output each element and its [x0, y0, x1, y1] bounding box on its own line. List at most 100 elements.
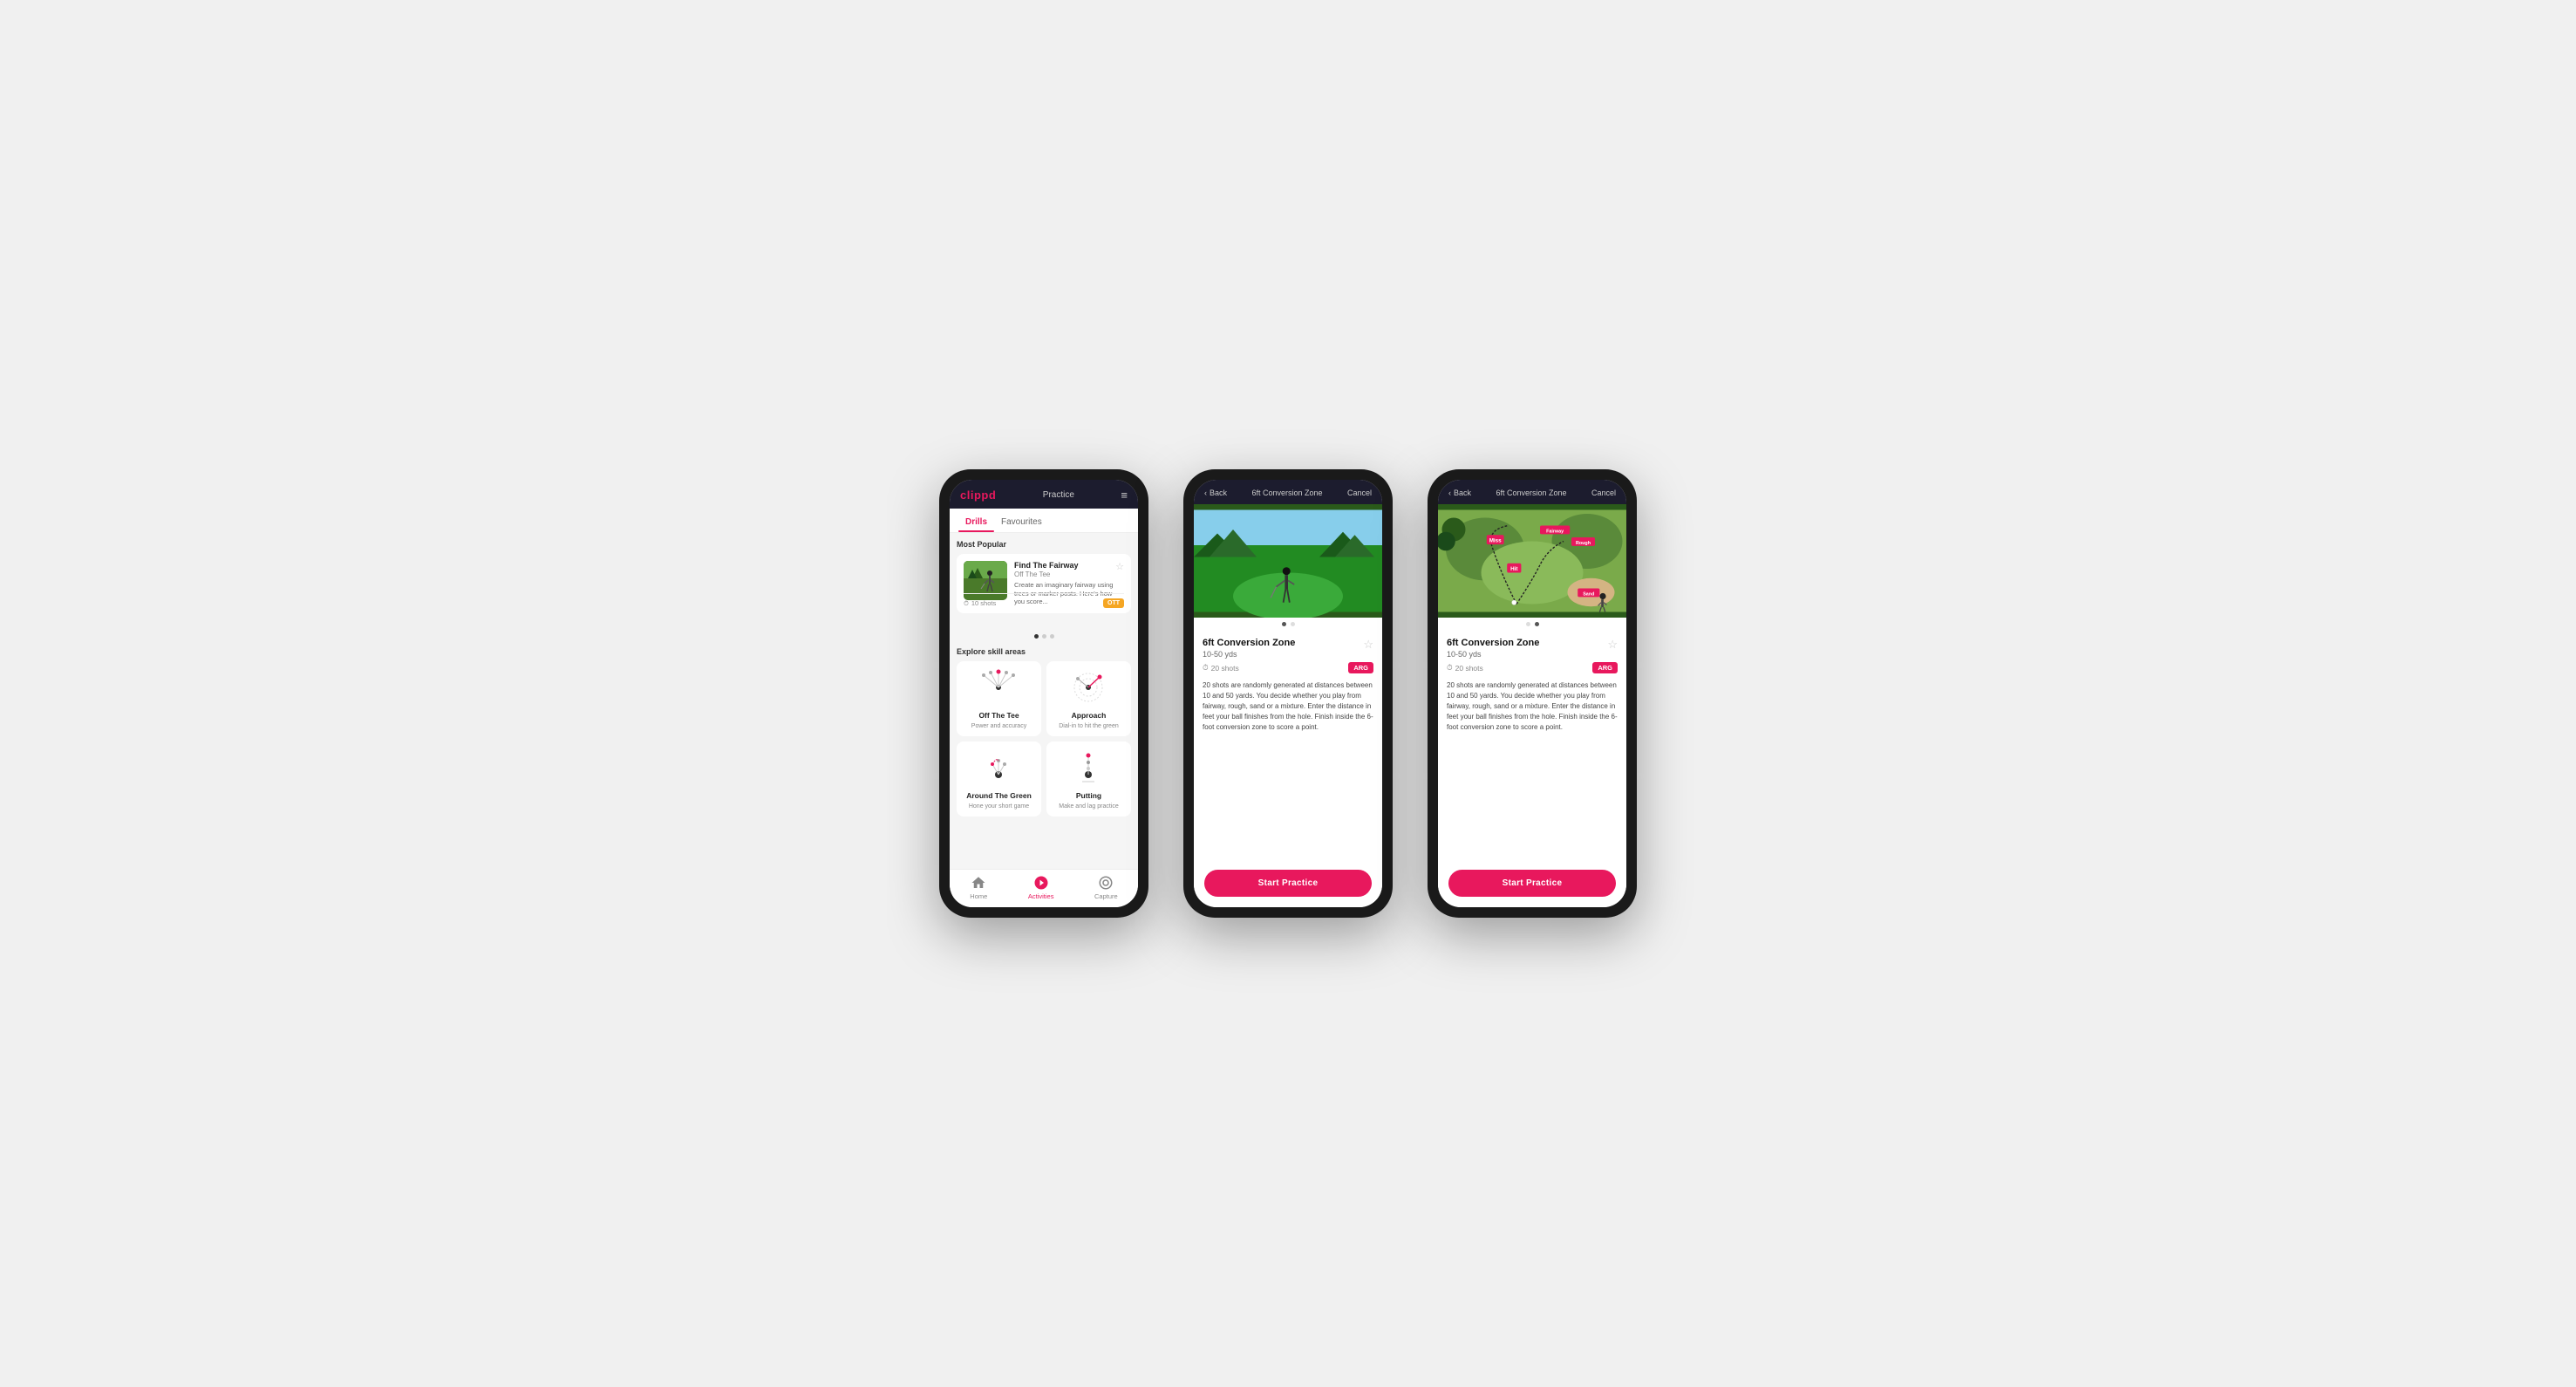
drill-tag-3: ARG — [1592, 662, 1618, 673]
nav-activities-label: Activities — [1028, 892, 1054, 900]
phone-2-body: 6ft Conversion Zone 10-50 yds ☆ ⏱ 20 sho… — [1194, 629, 1382, 863]
featured-drill-card[interactable]: Find The Fairway Off The Tee Create an i… — [957, 554, 1131, 613]
menu-icon[interactable]: ≡ — [1121, 489, 1128, 502]
skill-ott-name: Off The Tee — [978, 711, 1019, 720]
shots-count: ⏱ 20 shots — [1203, 663, 1239, 673]
start-practice-button[interactable]: Start Practice — [1204, 870, 1372, 897]
phone-2-screen: ‹ Back 6ft Conversion Zone Cancel — [1194, 480, 1382, 907]
approach-icon-area — [1065, 668, 1113, 707]
skill-atg-desc: Hone your short game — [969, 803, 1029, 810]
drill-photo — [1194, 504, 1382, 618]
drill-description-2: 20 shots are randomly generated at dista… — [1203, 680, 1373, 733]
svg-text:Rough: Rough — [1576, 541, 1591, 546]
putting-icon-area — [1065, 748, 1113, 788]
start-practice-button-3[interactable]: Start Practice — [1448, 870, 1616, 897]
phone-3-header: ‹ Back 6ft Conversion Zone Cancel — [1438, 480, 1626, 504]
phone-3-body: 6ft Conversion Zone 10-50 yds ☆ ⏱ 20 sho… — [1438, 629, 1626, 863]
phone-2: ‹ Back 6ft Conversion Zone Cancel — [1183, 469, 1393, 918]
skill-approach-desc: Dial-in to hit the green — [1059, 723, 1118, 729]
home-icon — [971, 875, 986, 891]
ott-icon — [975, 668, 1023, 707]
drill-tag: OTT — [1103, 598, 1124, 608]
phone-1: clippd Practice ≡ Drills Favourites Most… — [939, 469, 1148, 918]
phone-1-header: clippd Practice ≡ — [950, 480, 1138, 509]
nav-activities[interactable]: Activities — [1028, 875, 1054, 900]
back-button[interactable]: ‹ Back — [1204, 489, 1227, 497]
skill-ott-desc: Power and accuracy — [971, 723, 1026, 729]
img-dot-3-2 — [1535, 622, 1539, 626]
nav-capture[interactable]: Capture — [1094, 875, 1118, 900]
phone-3-screen: ‹ Back 6ft Conversion Zone Cancel — [1438, 480, 1626, 907]
image-dots — [1194, 618, 1382, 629]
skill-card-atg[interactable]: Around The Green Hone your short game — [957, 741, 1041, 816]
phone-2-title: 6ft Conversion Zone — [1251, 489, 1322, 497]
explore-label: Explore skill areas — [957, 647, 1131, 656]
skill-card-putting[interactable]: Putting Make and lag practice — [1046, 741, 1131, 816]
activities-icon — [1033, 875, 1049, 891]
ott-icon-area — [975, 668, 1023, 707]
back-button-3[interactable]: ‹ Back — [1448, 489, 1471, 497]
nav-home-label: Home — [970, 892, 987, 900]
golf-photo-svg — [1194, 504, 1382, 618]
atg-icon-area — [975, 748, 1023, 788]
skill-putting-desc: Make and lag practice — [1059, 803, 1118, 810]
drill-title-3: 6ft Conversion Zone — [1447, 638, 1539, 648]
dot-1 — [1034, 634, 1039, 639]
skill-card-ott[interactable]: Off The Tee Power and accuracy — [957, 661, 1041, 736]
tab-drills[interactable]: Drills — [958, 514, 994, 532]
skill-atg-name: Around The Green — [966, 791, 1032, 800]
img-dot-2 — [1291, 622, 1295, 626]
capture-icon — [1098, 875, 1114, 891]
back-chevron: ‹ — [1204, 489, 1207, 497]
svg-text:Fairway: Fairway — [1546, 530, 1564, 535]
drill-name: Find The Fairway — [1014, 561, 1124, 571]
most-popular-label: Most Popular — [957, 540, 1131, 549]
drill-map: Hit Miss Fairway Rough Sand — [1438, 504, 1626, 618]
golf-map-svg: Hit Miss Fairway Rough Sand — [1438, 504, 1626, 618]
drill-category: Off The Tee — [1014, 571, 1124, 578]
tab-favourites[interactable]: Favourites — [994, 514, 1049, 532]
skill-putting-name: Putting — [1076, 791, 1101, 800]
favourite-icon[interactable]: ☆ — [1115, 561, 1124, 572]
clock-icon-2: ⏱ — [1203, 663, 1209, 673]
phone-1-content: Most Popular — [950, 533, 1138, 869]
bottom-nav: Home Activities Capture — [950, 869, 1138, 907]
nav-home[interactable]: Home — [970, 875, 987, 900]
shots-row: ⏱ 20 shots ARG — [1203, 662, 1373, 673]
app-logo: clippd — [960, 489, 996, 502]
drill-tag-2: ARG — [1348, 662, 1373, 673]
img-dot-1 — [1282, 622, 1286, 626]
phone-2-footer: Start Practice — [1194, 863, 1382, 907]
cancel-button-3[interactable]: Cancel — [1591, 489, 1616, 497]
header-title: Practice — [1043, 490, 1074, 500]
drill-title: 6ft Conversion Zone — [1203, 638, 1295, 648]
skill-card-approach[interactable]: Approach Dial-in to hit the green — [1046, 661, 1131, 736]
svg-text:Sand: Sand — [1583, 592, 1594, 598]
favourite-icon-2[interactable]: ☆ — [1363, 638, 1373, 652]
shots-count-3: ⏱ 20 shots — [1447, 663, 1483, 673]
skill-grid: Off The Tee Power and accuracy — [957, 661, 1131, 816]
drill-description-3: 20 shots are randomly generated at dista… — [1447, 680, 1618, 733]
dot-3 — [1050, 634, 1054, 639]
back-chevron-3: ‹ — [1448, 489, 1451, 497]
drill-footer: ⏱ 10 shots OTT — [964, 593, 1124, 608]
phone-3-footer: Start Practice — [1438, 863, 1626, 907]
phone-2-header: ‹ Back 6ft Conversion Zone Cancel — [1194, 480, 1382, 504]
clock-icon: ⏱ — [964, 599, 969, 608]
drill-shots: ⏱ 10 shots — [964, 599, 996, 608]
atg-icon — [975, 748, 1023, 788]
svg-text:Hit: Hit — [1510, 566, 1518, 572]
img-dot-3-1 — [1526, 622, 1530, 626]
drill-range-3: 10-50 yds — [1447, 650, 1539, 659]
favourite-icon-3[interactable]: ☆ — [1607, 638, 1618, 652]
phone-1-screen: clippd Practice ≡ Drills Favourites Most… — [950, 480, 1138, 907]
putting-icon — [1065, 748, 1113, 788]
phone-3-title: 6ft Conversion Zone — [1496, 489, 1566, 497]
shots-row-3: ⏱ 20 shots ARG — [1447, 662, 1618, 673]
carousel-dots — [957, 631, 1131, 642]
tabs-bar: Drills Favourites — [950, 509, 1138, 533]
clock-icon-3: ⏱ — [1447, 663, 1453, 673]
image-dots-3 — [1438, 618, 1626, 629]
phone-3: ‹ Back 6ft Conversion Zone Cancel — [1428, 469, 1637, 918]
cancel-button[interactable]: Cancel — [1347, 489, 1372, 497]
